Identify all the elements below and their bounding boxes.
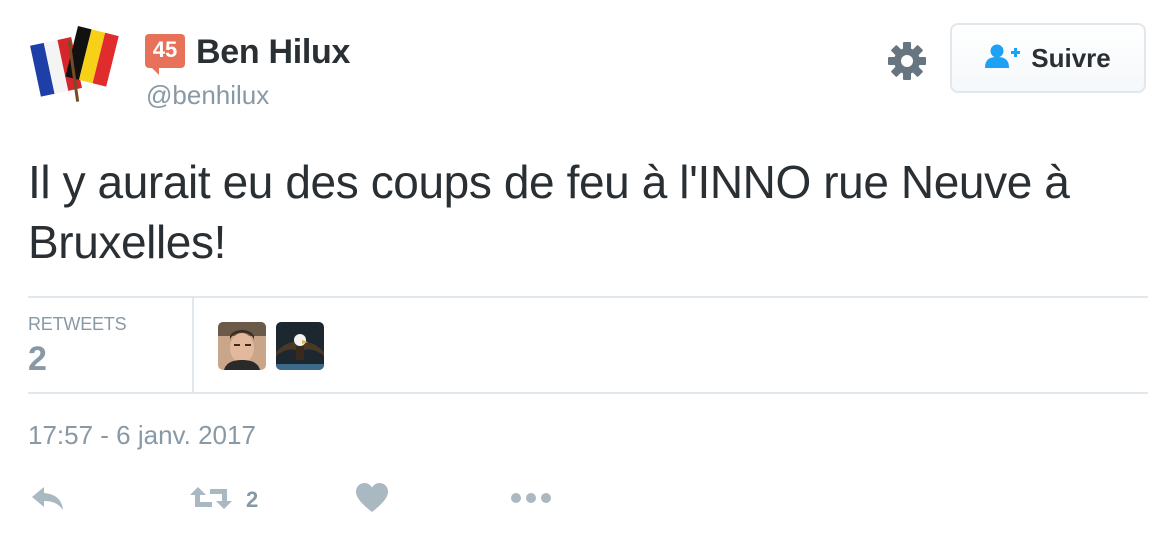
retweet-icon <box>190 483 232 518</box>
retweets-stat[interactable]: RETWEETS 2 <box>28 298 194 392</box>
retweeter-avatar[interactable] <box>218 322 266 370</box>
tweet-card: 45 Ben Hilux @benhilux Suivre Il y aurai… <box>0 0 1174 538</box>
like-button[interactable] <box>356 482 388 518</box>
flags-avatar-image <box>26 22 126 102</box>
follow-button[interactable]: Suivre <box>950 23 1146 93</box>
follow-button-label: Suivre <box>1031 42 1111 73</box>
display-name[interactable]: Ben Hilux <box>196 33 350 72</box>
retweets-label: RETWEETS <box>28 314 127 334</box>
heart-icon <box>356 482 388 518</box>
retweets-value: 2 <box>28 340 47 378</box>
tweet-text: Il y aurait eu des coups de feu à l'INNO… <box>28 156 1070 268</box>
tweet-stats: RETWEETS 2 <box>28 296 1148 394</box>
username[interactable]: @benhilux <box>146 80 269 111</box>
retweet-button[interactable]: 2 <box>190 482 258 518</box>
level-badge: 45 <box>145 34 185 75</box>
retweeter-avatar[interactable] <box>276 322 324 370</box>
more-button[interactable] <box>510 482 552 518</box>
gear-icon[interactable] <box>886 40 928 82</box>
avatar[interactable] <box>26 22 126 102</box>
more-icon <box>510 491 552 509</box>
add-user-icon <box>985 43 1021 74</box>
reply-button[interactable] <box>30 482 66 518</box>
tweet-timestamp[interactable]: 17:57 - 6 janv. 2017 <box>28 420 256 451</box>
reply-icon <box>30 483 66 518</box>
retweet-count: 2 <box>246 487 259 512</box>
